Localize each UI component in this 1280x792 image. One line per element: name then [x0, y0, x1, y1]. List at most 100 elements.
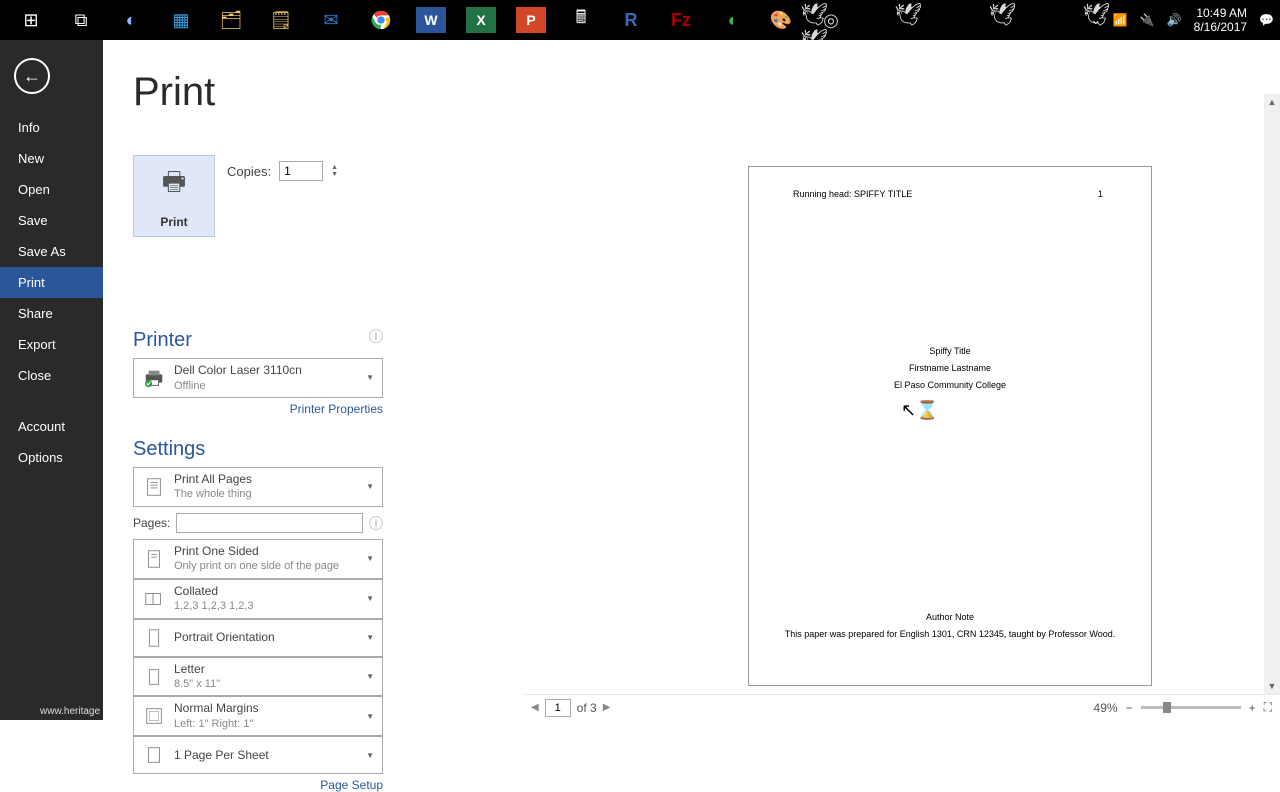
print-pages-dropdown[interactable]: Print All PagesThe whole thing ▼ — [133, 467, 383, 507]
printer-name: Dell Color Laser 3110cn — [174, 363, 364, 379]
app-icon[interactable]: R — [606, 0, 656, 40]
copies-down-icon[interactable]: ▼ — [331, 171, 338, 178]
notification-icon[interactable]: 💬 — [1259, 13, 1274, 27]
nav-info[interactable]: Info — [0, 112, 103, 143]
running-head: Running head: SPIFFY TITLE — [793, 189, 912, 199]
paint-icon[interactable]: 🎨 — [756, 0, 806, 40]
pps-icon — [140, 741, 168, 769]
doc-author: Firstname Lastname — [749, 360, 1151, 377]
backstage-sidebar: ← Info New Open Save Save As Print Share… — [0, 40, 103, 720]
author-note: This paper was prepared for English 1301… — [749, 626, 1151, 643]
collated-dropdown[interactable]: Collated1,2,3 1,2,3 1,2,3 ▼ — [133, 579, 383, 619]
sided-dropdown[interactable]: Print One SidedOnly print on one side of… — [133, 539, 383, 579]
filezilla-icon[interactable]: Fz — [656, 0, 706, 40]
current-page-input[interactable] — [545, 699, 571, 717]
orientation-icon — [140, 624, 168, 652]
nav-share[interactable]: Share — [0, 298, 103, 329]
margins-dropdown[interactable]: Normal MarginsLeft: 1" Right: 1" ▼ — [133, 696, 383, 736]
author-note-heading: Author Note — [749, 609, 1151, 626]
nav-open[interactable]: Open — [0, 174, 103, 205]
system-tray: ⌄ 📶 🔌 🔊 10:49 AM 8/16/2017 💬 — [1091, 6, 1274, 35]
copies-up-icon[interactable]: ▲ — [331, 164, 338, 171]
printer-status: Offline — [174, 379, 364, 393]
orientation-dropdown[interactable]: Portrait Orientation ▼ — [133, 619, 383, 657]
page-setup-link[interactable]: Page Setup — [133, 778, 383, 792]
collated-icon — [140, 585, 168, 613]
chevron-down-icon: ▼ — [364, 554, 376, 563]
chrome-icon[interactable] — [356, 0, 406, 40]
preview-statusbar: ◀ of 3 ▶ 49% − + ⛶ — [523, 694, 1280, 720]
settings-heading: Settings — [133, 438, 383, 461]
nav-export[interactable]: Export — [0, 329, 103, 360]
printer-dropdown[interactable]: Dell Color Laser 3110cn Offline ▼ — [133, 358, 383, 398]
start-button[interactable]: ⊞ — [6, 0, 56, 40]
paper-icon — [140, 663, 168, 691]
scroll-down-icon[interactable]: ▼ — [1264, 678, 1280, 694]
chevron-down-icon: ▼ — [364, 373, 376, 382]
vertical-scrollbar[interactable]: ▲ ▼ — [1264, 94, 1280, 694]
nav-save-as[interactable]: Save As — [0, 236, 103, 267]
word-icon[interactable]: W — [416, 7, 446, 33]
printer-icon: 🖶 — [162, 163, 187, 207]
printer-properties-link[interactable]: Printer Properties — [133, 402, 383, 416]
wifi-icon[interactable]: 📶 — [1113, 13, 1128, 27]
task-view-icon[interactable]: ⧉ — [56, 0, 106, 40]
chevron-down-icon: ▼ — [364, 594, 376, 603]
nav-save[interactable]: Save — [0, 205, 103, 236]
pages-per-sheet-dropdown[interactable]: 1 Page Per Sheet ▼ — [133, 736, 383, 774]
print-button-label: Print — [160, 215, 187, 229]
app-icon[interactable]: ▦ — [156, 0, 206, 40]
power-icon[interactable]: 🔌 — [1140, 13, 1155, 27]
print-preview: Running head: SPIFFY TITLE 1 Spiffy Titl… — [523, 98, 1262, 694]
outlook-icon[interactable]: ✉ — [306, 0, 356, 40]
app-icon[interactable]: ◖ — [706, 0, 756, 40]
print-button[interactable]: 🖶 Print — [133, 155, 215, 237]
printer-heading: Printer i — [133, 329, 383, 352]
chevron-down-icon: ▼ — [364, 751, 376, 760]
chevron-down-icon: ▼ — [364, 633, 376, 642]
file-explorer-icon[interactable]: 🗂 — [206, 0, 256, 40]
app-icon[interactable]: ◐ — [106, 0, 156, 40]
powerpoint-icon[interactable]: P — [516, 7, 546, 33]
clock[interactable]: 10:49 AM 8/16/2017 — [1194, 6, 1247, 35]
back-button[interactable]: ← — [14, 58, 50, 94]
nav-options[interactable]: Options — [0, 442, 103, 473]
nav-close[interactable]: Close — [0, 360, 103, 391]
excel-icon[interactable]: X — [466, 7, 496, 33]
scroll-up-icon[interactable]: ▲ — [1264, 94, 1280, 110]
volume-icon[interactable]: 🔊 — [1167, 13, 1182, 27]
next-page-icon[interactable]: ▶ — [603, 702, 611, 713]
printer-status-icon — [140, 364, 168, 392]
calculator-icon[interactable]: 🖩 — [556, 0, 606, 40]
obs-icon[interactable]: ◎ — [806, 0, 856, 40]
notes-icon[interactable]: 🗒 — [256, 0, 306, 40]
tray-chevron-icon[interactable]: ⌄ — [1091, 13, 1101, 27]
nav-account[interactable]: Account — [0, 411, 103, 442]
zoom-in-icon[interactable]: + — [1249, 701, 1256, 715]
zoom-out-icon[interactable]: − — [1126, 701, 1133, 715]
fit-page-icon[interactable]: ⛶ — [1264, 700, 1272, 715]
chevron-down-icon: ▼ — [364, 482, 376, 491]
zoom-value: 49% — [1094, 701, 1118, 715]
nav-print[interactable]: Print — [0, 267, 103, 298]
doc-school: El Paso Community College — [749, 377, 1151, 394]
taskbar: ⊞ ⧉ ◐ ▦ 🗂 🗒 ✉ W X P 🖩 R Fz ◖ 🎨 ◎ ⌄ 📶 🔌 🔊… — [0, 0, 1280, 40]
backstage-main: Print 🖶 Print Copies: ▲▼ Printer i Dell … — [103, 40, 1280, 720]
clock-date: 8/16/2017 — [1194, 20, 1247, 34]
pages-input[interactable] — [176, 513, 363, 533]
pages-icon — [140, 473, 168, 501]
clock-time: 10:49 AM — [1194, 6, 1247, 20]
prev-page-icon[interactable]: ◀ — [531, 702, 539, 713]
nav-new[interactable]: New — [0, 143, 103, 174]
info-icon[interactable]: i — [369, 329, 383, 343]
paper-dropdown[interactable]: Letter8.5" x 11" ▼ — [133, 657, 383, 697]
zoom-slider[interactable] — [1141, 706, 1241, 709]
page-number: 1 — [1098, 189, 1103, 199]
sided-icon — [140, 545, 168, 573]
copies-input[interactable] — [279, 161, 323, 181]
preview-page: Running head: SPIFFY TITLE 1 Spiffy Titl… — [748, 166, 1152, 686]
margins-icon — [140, 702, 168, 730]
page-total: of 3 — [577, 701, 597, 715]
info-icon[interactable]: i — [369, 516, 383, 530]
chevron-down-icon: ▼ — [364, 672, 376, 681]
